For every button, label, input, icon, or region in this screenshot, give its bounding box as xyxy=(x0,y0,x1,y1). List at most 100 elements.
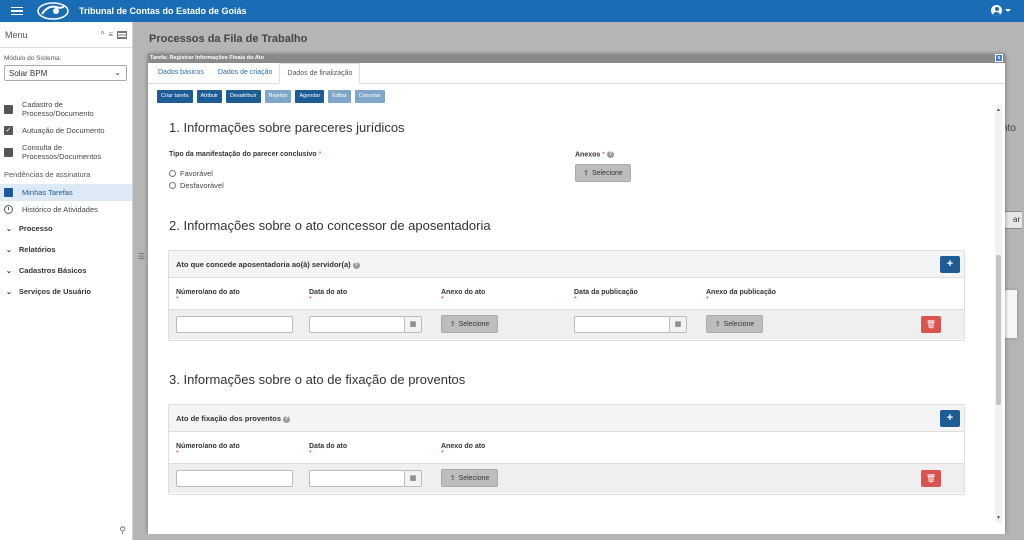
user-menu[interactable] xyxy=(991,5,1011,16)
sidebar-item-label: Consulta de Processos/Documentos xyxy=(22,143,102,161)
column-label: Número/ano do ato * xyxy=(176,443,240,457)
calendar-icon[interactable]: ▦ xyxy=(405,316,422,333)
chevron-down-icon: ⌄ xyxy=(6,267,12,275)
close-button[interactable]: x xyxy=(995,54,1003,62)
check-square-icon: ✓ xyxy=(4,126,13,135)
anexos-select-button[interactable]: ⇪ Selecione xyxy=(575,164,631,182)
radio-label: Favorável xyxy=(180,169,213,178)
help-icon[interactable]: ? xyxy=(606,151,614,158)
anexos-label: Anexos *? xyxy=(575,151,614,158)
anexo-publicacao-button[interactable]: ⇪ Selecione xyxy=(706,315,763,333)
sidebar-item-autuacao[interactable]: ✓ Autuação de Documento xyxy=(0,122,132,139)
upload-icon: ⇪ xyxy=(449,475,456,482)
data-publicacao-input[interactable] xyxy=(574,316,670,333)
tab-dados-basicos[interactable]: Dados básicos xyxy=(151,63,211,83)
modal-content: 1. Informações sobre pareceres jurídicos… xyxy=(148,111,1005,534)
anexo-ato-button[interactable]: ⇪ Selecione xyxy=(441,315,498,333)
panel-header: Ato que concede aposentadoria ao(à) serv… xyxy=(169,251,964,278)
column-label: Data do ato * xyxy=(309,443,347,457)
numero-ano-input[interactable] xyxy=(176,470,293,487)
user-icon[interactable] xyxy=(991,5,1002,16)
add-row-button[interactable]: + xyxy=(940,256,960,273)
module-select[interactable]: Solar BPM ⌄ xyxy=(4,65,127,81)
module-value: Solar BPM xyxy=(9,69,48,78)
panel-title: Ato de fixação dos proventos? xyxy=(176,414,291,423)
module-label: Módulo do Sistema: xyxy=(4,55,62,62)
button-label: Selecione xyxy=(592,169,623,177)
calendar-icon[interactable]: ▦ xyxy=(670,316,687,333)
search-icon[interactable]: ⚲ xyxy=(119,525,126,536)
scroll-down-icon[interactable]: ▼ xyxy=(996,515,1001,521)
radio-favoravel[interactable]: Favorável xyxy=(169,169,213,178)
sidebar-group-servicos[interactable]: ⌄ Serviços de Usuário xyxy=(0,281,132,302)
chevron-down-icon: ⌄ xyxy=(6,288,12,296)
sidebar-item-cadastro[interactable]: Cadastro de Processo/Documento xyxy=(0,96,132,122)
required-mark: * xyxy=(602,151,605,159)
help-icon[interactable]: ? xyxy=(283,415,291,423)
modal-title: Tarefa: Registrar Informações Finais do … xyxy=(150,55,264,61)
clock-icon xyxy=(4,205,13,214)
modal-tabs: Dados básicos Dados de criação Dados de … xyxy=(148,63,1005,84)
manifestacao-label-text: Tipo da manifestação do parecer conclusi… xyxy=(169,151,317,158)
radio-circle[interactable] xyxy=(169,182,176,189)
atribuir-button[interactable]: Atribuir xyxy=(196,90,222,103)
panel-header: Ato de fixação dos proventos? + xyxy=(169,405,964,432)
bottom-strip xyxy=(134,534,1024,540)
manifestacao-label: Tipo da manifestação do parecer conclusi… xyxy=(169,151,321,158)
required-mark: * xyxy=(176,296,179,303)
calendar-icon[interactable]: ▦ xyxy=(405,470,422,487)
upload-icon: ⇪ xyxy=(449,321,456,328)
criar-tarefa-button[interactable]: Criar tarefa xyxy=(157,90,193,103)
data-ato-input[interactable] xyxy=(309,470,405,487)
column-label: Anexo do ato * xyxy=(441,443,485,457)
sidebar-group-relatorios[interactable]: ⌄ Relatórios xyxy=(0,239,132,260)
data-ato-input[interactable] xyxy=(309,316,405,333)
scroll-up-icon[interactable]: ▲ xyxy=(996,107,1001,113)
rejeitar-button[interactable]: Rejeitar xyxy=(264,90,292,103)
filter-icon[interactable]: ≡ xyxy=(108,30,113,39)
delete-row-button[interactable]: 🗑 xyxy=(921,470,941,487)
upload-icon: ⇪ xyxy=(714,321,721,328)
menu-header: Menu ^ ≡ xyxy=(0,22,132,48)
column-label: Data do ato * xyxy=(309,289,347,303)
column-label: Anexo do ato * xyxy=(441,289,485,303)
scroll-thumb[interactable] xyxy=(996,255,1001,405)
required-mark: * xyxy=(309,450,312,457)
help-icon[interactable]: ? xyxy=(352,261,360,269)
radio-circle[interactable] xyxy=(169,170,176,177)
sidebar-item-historico[interactable]: Histórico de Atividades xyxy=(0,201,132,218)
required-mark: * xyxy=(441,296,444,303)
chevron-up-icon[interactable]: ^ xyxy=(101,30,105,39)
sidebar-group-label: Relatórios xyxy=(18,245,56,254)
column-label-text: Número/ano do ato xyxy=(176,289,240,296)
scrollbar[interactable]: ▲ ▼ xyxy=(995,105,1002,523)
sidebar-subheading: Pendências de assinatura xyxy=(4,170,91,179)
chevron-down-icon xyxy=(1005,9,1011,12)
editar-button[interactable]: Editar xyxy=(328,90,351,103)
column-label-text: Anexo do ato xyxy=(441,289,486,296)
menu-icon[interactable] xyxy=(11,5,23,18)
sidebar-group-processo[interactable]: ⌄ Processo xyxy=(0,218,132,239)
delete-row-button[interactable]: 🗑 xyxy=(921,316,941,333)
anexo-ato-button[interactable]: ⇪ Selecione xyxy=(441,469,498,487)
cancelar-button[interactable]: Cancelar xyxy=(354,90,385,103)
sidebar-item-minhas-tarefas[interactable]: Minhas Tarefas xyxy=(0,184,132,201)
radio-desfavoravel[interactable]: Desfavorável xyxy=(169,181,224,190)
trash-icon: 🗑 xyxy=(925,320,937,329)
tab-dados-finalizacao[interactable]: Dados de finalização xyxy=(279,63,361,84)
section-3-title: 3. Informações sobre o ato de fixação de… xyxy=(169,372,466,387)
sidebar-group-cadastros[interactable]: ⌄ Cadastros Básicos xyxy=(0,260,132,281)
numero-ano-input[interactable] xyxy=(176,316,293,333)
add-row-button[interactable]: + xyxy=(940,410,960,427)
menu-label: Menu xyxy=(5,29,28,40)
tce-logo xyxy=(37,2,69,20)
sidebar-item-label: Minhas Tarefas xyxy=(22,188,73,197)
sidebar-item-consulta[interactable]: Consulta de Processos/Documentos xyxy=(0,139,132,165)
grid-icon[interactable] xyxy=(117,30,127,39)
column-label-text: Anexo do ato xyxy=(441,443,486,450)
tab-dados-criacao[interactable]: Dados de criação xyxy=(211,63,279,83)
agendar-button[interactable]: Agendar xyxy=(295,90,325,103)
column-label: Data da publicação * xyxy=(574,289,638,303)
desatribuir-button[interactable]: Desatribuir xyxy=(225,90,261,103)
table-row: ▦ ⇪ Selecione 🗑 xyxy=(169,463,964,493)
